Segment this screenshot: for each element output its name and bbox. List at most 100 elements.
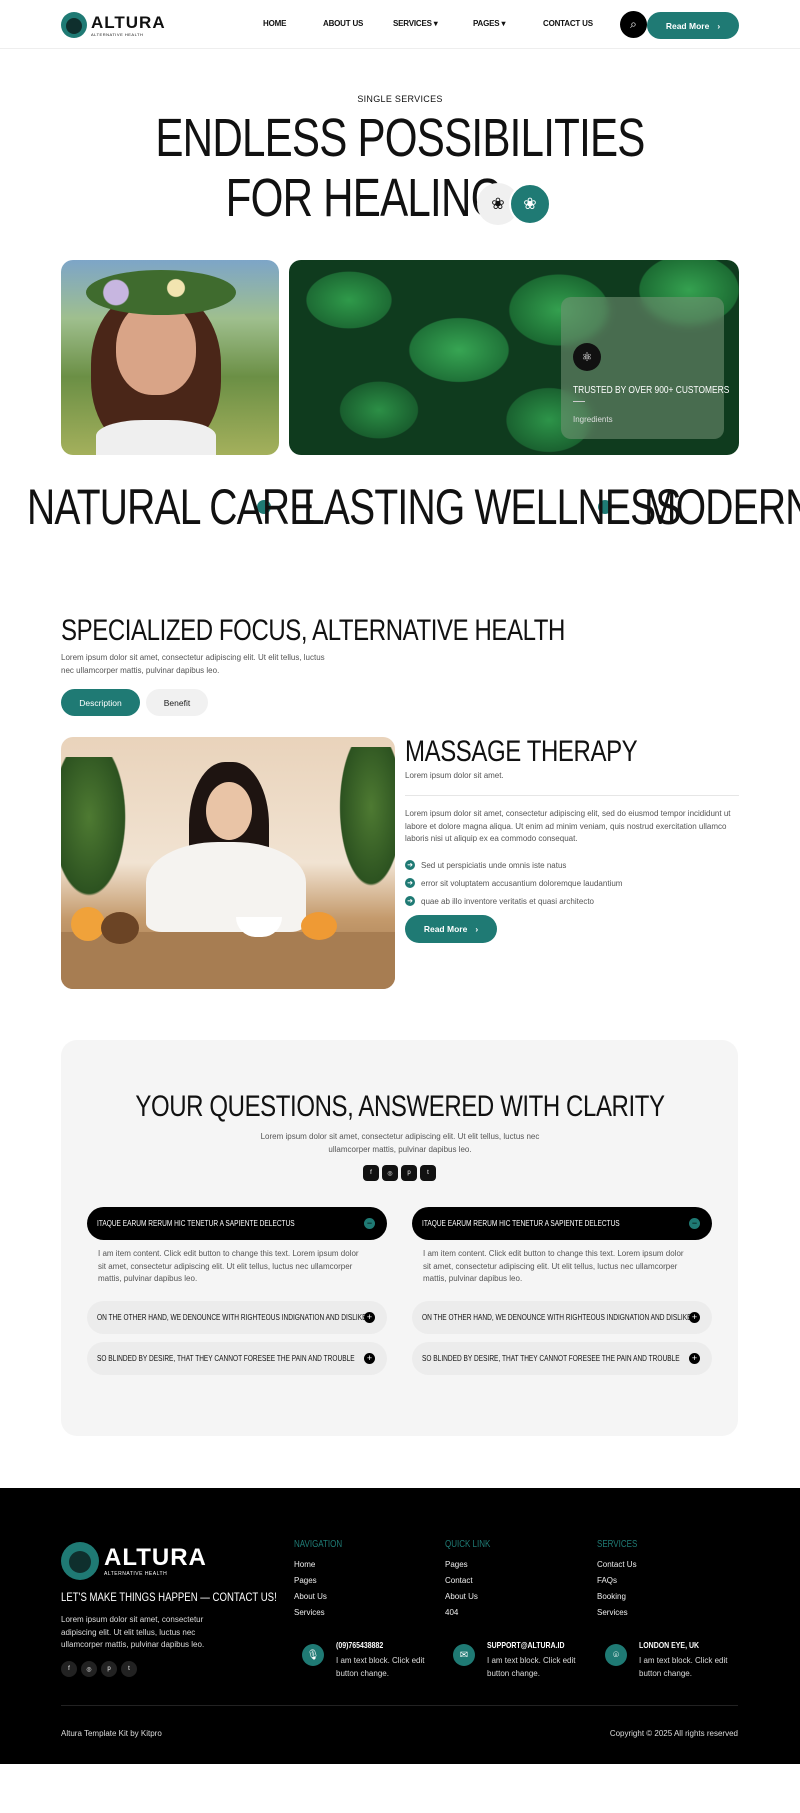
nav-services[interactable]: SERVICES ▾ — [393, 19, 438, 28]
contact-desc: I am text block. Click edit button chang… — [487, 1656, 576, 1678]
arrow-right-circle-icon: ➜ — [405, 878, 415, 888]
trust-card: ⚛ TRUSTED BY OVER 900+ CUSTOMERS Ingredi… — [561, 297, 729, 439]
plus-circle-icon[interactable]: + — [689, 1312, 700, 1323]
footer-logo[interactable]: ALTURA ALTERNATIVE HEALTH — [61, 1542, 207, 1580]
hero-title-line1: ENDLESS POSSIBILITIES — [155, 108, 645, 168]
twitter-icon[interactable]: t — [420, 1165, 436, 1181]
therapy-read-more-button[interactable]: Read More › — [405, 915, 497, 943]
marquee-item: NATURAL CARE — [27, 479, 315, 535]
faq-answer: I am item content. Click edit button to … — [98, 1249, 359, 1283]
faq-text: Lorem ipsum dolor sit amet, consectetur … — [260, 1132, 540, 1154]
search-button[interactable]: ⌕ — [620, 11, 647, 38]
nav-contact[interactable]: CONTACT US — [543, 19, 593, 28]
header-read-more-button[interactable]: Read More › — [647, 12, 739, 39]
faq-question: ON THE OTHER HAND, WE DENOUNCE WITH RIGH… — [422, 1313, 692, 1322]
faq-question: ITAQUE EARUM RERUM HIC TENETUR A SAPIENT… — [422, 1219, 620, 1228]
logo-sub: ALTERNATIVE HEALTH — [91, 31, 144, 37]
instagram-icon[interactable]: ◎ — [81, 1661, 97, 1677]
faq-question: SO BLINDED BY DESIRE, THAT THEY CANNOT F… — [422, 1354, 680, 1363]
hero-circles: ❀ ❀ — [477, 183, 551, 225]
tab-benefit[interactable]: Benefit — [146, 689, 208, 716]
pinterest-icon[interactable]: p — [401, 1165, 417, 1181]
nav-home[interactable]: HOME — [263, 19, 286, 28]
contact-title[interactable]: LONDON EYE, UK — [639, 1640, 713, 1650]
list-item: ➜ error sit voluptatem accusantium dolore… — [405, 874, 622, 892]
list-item-label: Sed ut perspiciatis unde omnis iste natu… — [421, 860, 567, 870]
site-footer: ALTURA ALTERNATIVE HEALTH LET'S MAKE THI… — [0, 1488, 800, 1764]
twitter-icon[interactable]: t — [121, 1661, 137, 1677]
footer-col-title: NAVIGATION — [294, 1539, 343, 1550]
nav-about[interactable]: ABOUT US — [323, 19, 363, 28]
tab-description[interactable]: Description — [61, 689, 140, 716]
contact-title[interactable]: SUPPORT@ALTURA.ID — [487, 1640, 565, 1650]
check-list: ➜ Sed ut perspiciatis unde omnis iste nat… — [405, 856, 622, 910]
faq-item[interactable]: ON THE OTHER HAND, WE DENOUNCE WITH RIGH… — [412, 1301, 712, 1334]
minus-circle-icon[interactable]: − — [364, 1218, 375, 1229]
footer-contact-location: ⌾ LONDON EYE, UK I am text block. Click … — [605, 1640, 729, 1680]
focus-text: Lorem ipsum dolor sit amet, consectetur … — [61, 653, 325, 675]
footer-link[interactable]: FAQs — [597, 1576, 647, 1592]
hero-title-line2: FOR HEALING — [225, 168, 504, 228]
footer-link[interactable]: About Us — [445, 1592, 502, 1608]
plus-circle-icon[interactable]: + — [689, 1353, 700, 1364]
hero-eyebrow: SINGLE SERVICES — [357, 94, 443, 104]
footer-link[interactable]: Contact Us — [597, 1560, 647, 1576]
footer-col-title: QUICK LINK — [445, 1539, 491, 1550]
nav-pages[interactable]: PAGES ▾ — [473, 19, 505, 28]
marquee-item: MODERN WE — [644, 479, 800, 535]
divider — [405, 795, 739, 796]
faq-item[interactable]: ON THE OTHER HAND, WE DENOUNCE WITH RIGH… — [87, 1301, 387, 1334]
contact-desc: I am text block. Click edit button chang… — [639, 1656, 728, 1678]
logo-mark-icon — [61, 12, 87, 38]
plus-circle-icon[interactable]: + — [364, 1312, 375, 1323]
footer-link[interactable]: Pages — [294, 1576, 354, 1592]
arrow-right-circle-icon: ➜ — [405, 896, 415, 906]
focus-title: SPECIALIZED FOCUS, ALTERNATIVE HEALTH — [61, 614, 565, 647]
trust-divider — [573, 401, 585, 402]
logo[interactable]: ALTURA ALTERNATIVE HEALTH — [61, 12, 166, 38]
contact-desc: I am text block. Click edit button chang… — [336, 1656, 425, 1678]
faq-item[interactable]: SO BLINDED BY DESIRE, THAT THEY CANNOT F… — [412, 1342, 712, 1375]
faq-item-open[interactable]: ITAQUE EARUM RERUM HIC TENETUR A SAPIENT… — [87, 1207, 387, 1240]
list-item-label: quae ab illo inventore veritatis et quas… — [421, 896, 594, 906]
footer-link[interactable]: Booking — [597, 1592, 647, 1608]
footer-text: Lorem ipsum dolor sit amet, consectetur … — [61, 1615, 205, 1649]
plus-circle-icon[interactable]: + — [364, 1353, 375, 1364]
footer-logo-name: ALTURA — [104, 1543, 207, 1571]
atom-icon: ⚛ — [573, 343, 601, 371]
faq-question: SO BLINDED BY DESIRE, THAT THEY CANNOT F… — [97, 1354, 355, 1363]
logo-name: ALTURA — [91, 12, 166, 32]
faq-item[interactable]: SO BLINDED BY DESIRE, THAT THEY CANNOT F… — [87, 1342, 387, 1375]
footer-link[interactable]: Services — [294, 1608, 354, 1624]
footer-col-quick-link: QUICK LINK Pages Contact About Us 404 — [445, 1539, 502, 1624]
microphone-icon: 🎙 — [302, 1644, 324, 1666]
hero-title: ENDLESS POSSIBILITIES FOR HEALING — [88, 108, 712, 228]
pinterest-icon[interactable]: p — [101, 1661, 117, 1677]
footer-col-title: SERVICES — [597, 1539, 638, 1550]
footer-credit: Altura Template Kit by Kitpro — [61, 1729, 162, 1738]
trust-subtitle: Ingredients — [573, 415, 613, 424]
footer-link[interactable]: Services — [597, 1608, 647, 1624]
footer-link[interactable]: About Us — [294, 1592, 354, 1608]
facebook-icon[interactable]: f — [363, 1165, 379, 1181]
facebook-icon[interactable]: f — [61, 1661, 77, 1677]
instagram-icon[interactable]: ◎ — [382, 1165, 398, 1181]
footer-link[interactable]: 404 — [445, 1608, 502, 1624]
therapy-body: Lorem ipsum dolor sit amet, consectetur … — [405, 809, 731, 843]
faq-title: YOUR QUESTIONS, ANSWERED WITH CLARITY — [135, 1090, 665, 1123]
search-icon: ⌕ — [630, 17, 637, 31]
footer-link[interactable]: Contact — [445, 1576, 502, 1592]
faq-question: ITAQUE EARUM RERUM HIC TENETUR A SAPIENT… — [97, 1219, 295, 1228]
footer-contact-phone: 🎙 (09)765438882 I am text block. Click e… — [302, 1640, 426, 1680]
footer-cta: LET'S MAKE THINGS HAPPEN — CONTACT US! — [61, 1590, 277, 1604]
footer-contact-email: ✉ SUPPORT@ALTURA.ID I am text block. Cli… — [453, 1640, 582, 1680]
marquee-item: LASTING WELLNESS — [303, 479, 681, 535]
faq-item-open[interactable]: ITAQUE EARUM RERUM HIC TENETUR A SAPIENT… — [412, 1207, 712, 1240]
chevron-right-icon: › — [717, 20, 721, 31]
footer-link[interactable]: Pages — [445, 1560, 502, 1576]
footer-col-navigation: NAVIGATION Home Pages About Us Services — [294, 1539, 354, 1624]
footer-link[interactable]: Home — [294, 1560, 354, 1576]
contact-title[interactable]: (09)765438882 — [336, 1640, 410, 1650]
minus-circle-icon[interactable]: − — [689, 1218, 700, 1229]
map-pin-icon: ⌾ — [605, 1644, 627, 1666]
